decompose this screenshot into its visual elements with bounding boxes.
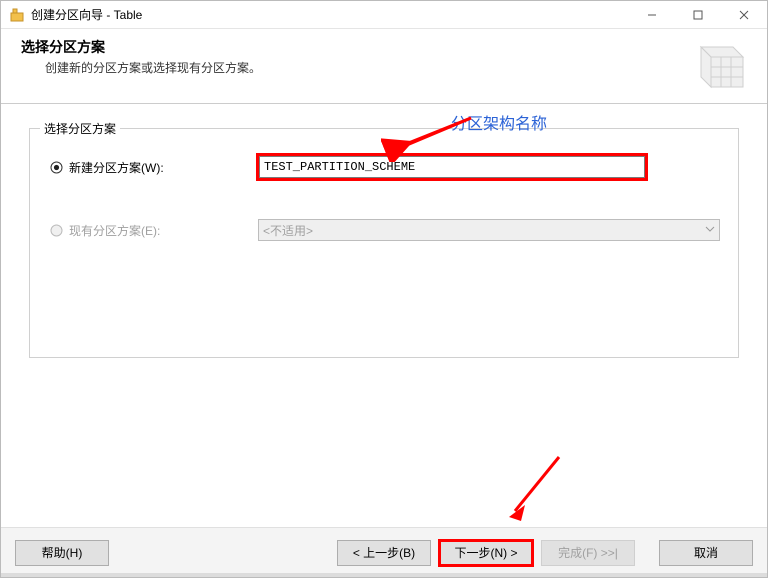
titlebar: 创建分区向导 - Table: [1, 1, 767, 29]
header-description: 创建新的分区方案或选择现有分区方案。: [45, 59, 673, 76]
wizard-header: 选择分区方案 创建新的分区方案或选择现有分区方案。: [1, 29, 767, 104]
fieldset-legend: 选择分区方案: [40, 120, 120, 137]
finish-button: 完成(F) >>|: [541, 540, 635, 566]
maximize-button[interactable]: [675, 1, 721, 29]
existing-scheme-select-text: <不适用>: [263, 222, 313, 239]
close-button[interactable]: [721, 1, 767, 29]
wizard-button-bar: 帮助(H) < 上一步(B) 下一步(N) > 完成(F) >>| 取消: [1, 527, 767, 577]
wizard-content: 选择分区方案 新建分区方案(W):: [1, 104, 767, 527]
existing-scheme-label: 现有分区方案(E):: [69, 222, 160, 239]
help-button[interactable]: 帮助(H): [15, 540, 109, 566]
next-button-label: 下一步(N) >: [454, 544, 517, 561]
header-title: 选择分区方案: [21, 37, 673, 57]
existing-scheme-row: 现有分区方案(E): <不适用>: [48, 219, 720, 241]
existing-scheme-select: <不适用>: [258, 219, 720, 241]
new-scheme-radio[interactable]: 新建分区方案(W):: [48, 159, 258, 176]
app-icon: [7, 7, 27, 23]
minimize-button[interactable]: [629, 1, 675, 29]
decorative-cube-icon: [681, 37, 753, 93]
new-scheme-name-input[interactable]: [259, 156, 645, 178]
wizard-window: 创建分区向导 - Table 选择分区方案 创建新的分区方案或选择现有分区方案。: [0, 0, 768, 578]
radio-unselected-icon: [50, 224, 63, 237]
bottom-border: [1, 573, 767, 577]
existing-scheme-radio: 现有分区方案(E):: [48, 222, 258, 239]
next-button[interactable]: 下一步(N) >: [439, 540, 533, 566]
chevron-down-icon: [705, 223, 715, 237]
back-button[interactable]: < 上一步(B): [337, 540, 431, 566]
annotation-scheme-name: 分区架构名称: [451, 110, 547, 134]
help-button-label: 帮助(H): [42, 544, 83, 561]
radio-selected-icon: [50, 161, 63, 174]
cancel-button-label: 取消: [694, 544, 718, 561]
back-button-label: < 上一步(B): [353, 544, 415, 561]
new-scheme-input-highlight: [258, 155, 646, 179]
new-scheme-label: 新建分区方案(W):: [69, 159, 164, 176]
finish-button-label: 完成(F) >>|: [558, 544, 618, 561]
scheme-fieldset: 选择分区方案 新建分区方案(W):: [29, 128, 739, 358]
window-title: 创建分区向导 - Table: [31, 6, 142, 23]
cancel-button[interactable]: 取消: [659, 540, 753, 566]
new-scheme-row: 新建分区方案(W):: [48, 155, 720, 179]
